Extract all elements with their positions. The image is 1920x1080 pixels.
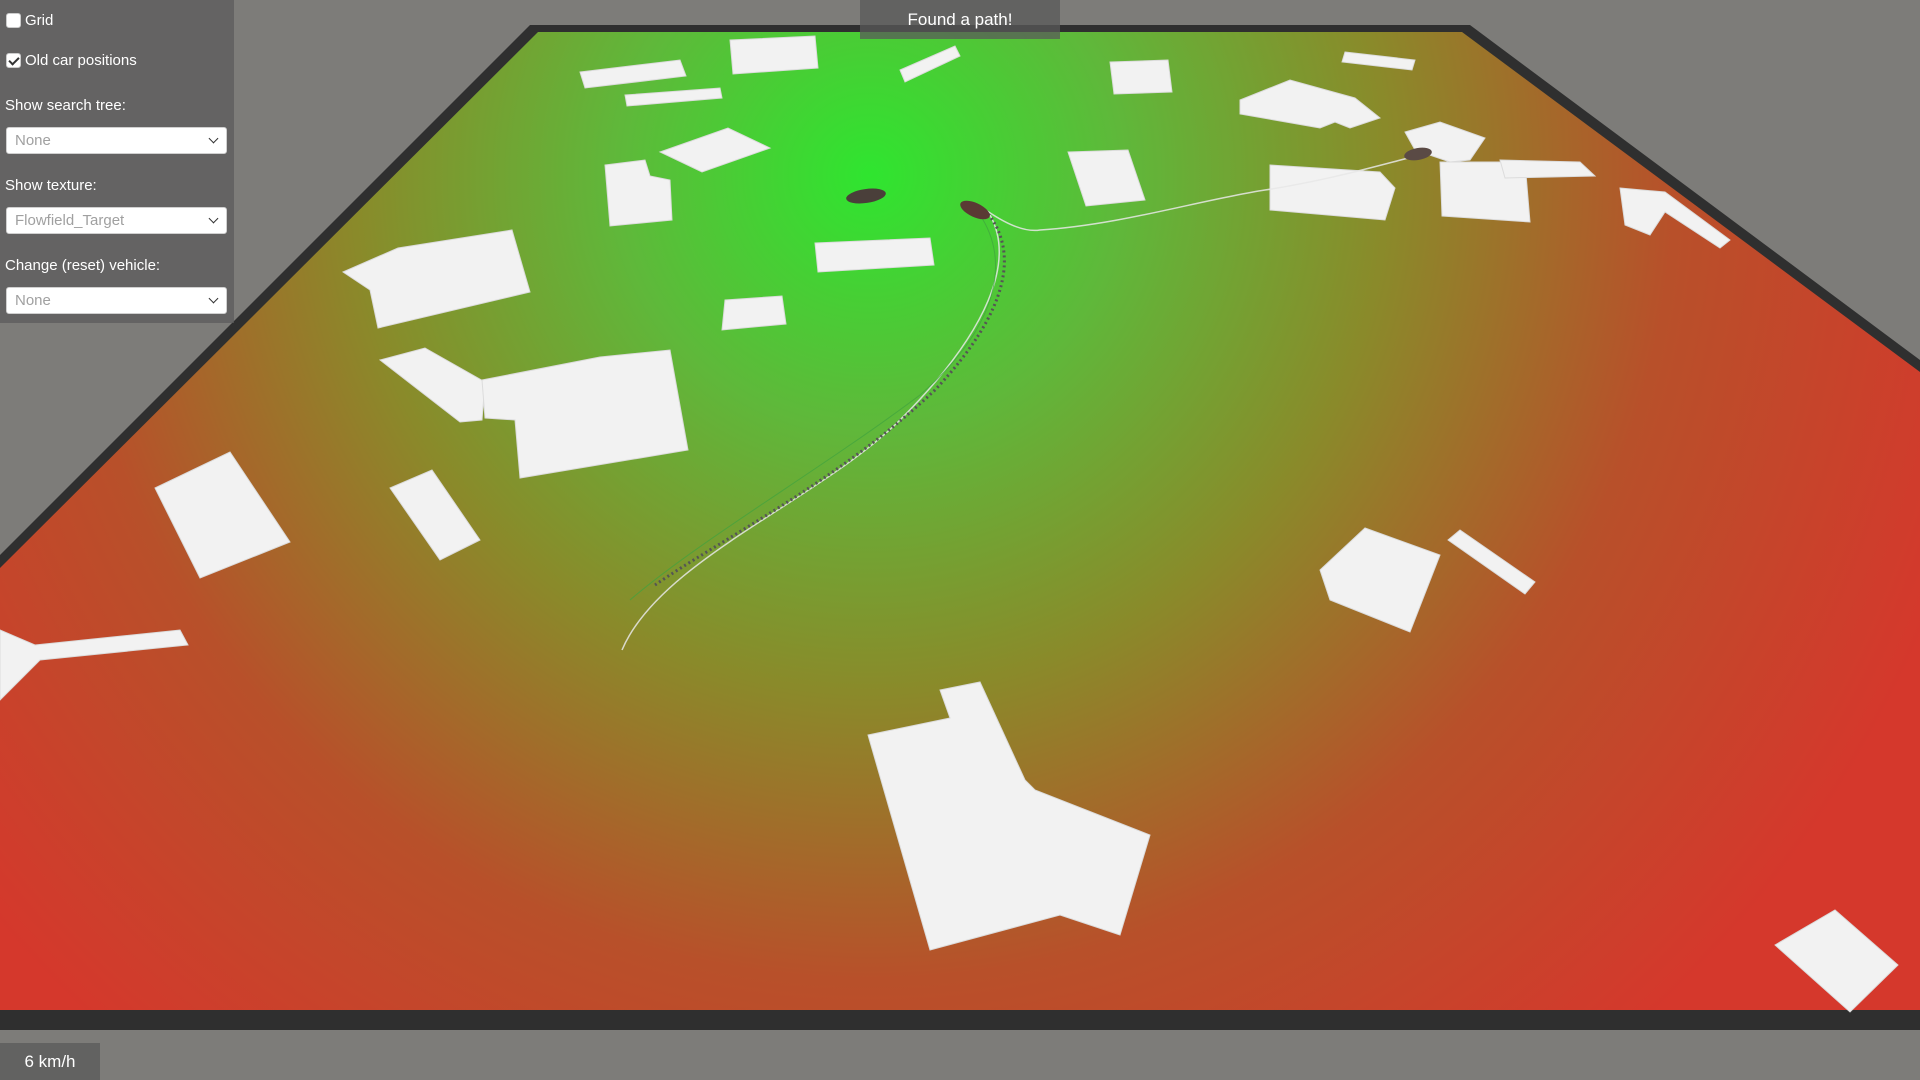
simulation-viewport[interactable] [0,0,1920,1080]
vehicle-select[interactable]: None [6,287,227,314]
speed-readout: 6 km/h [0,1043,100,1080]
chevron-down-icon [208,293,219,304]
chevron-down-icon [208,213,219,224]
search-tree-label: Show search tree: [5,97,126,114]
old-car-positions-checkbox[interactable] [6,52,21,68]
old-car-positions-label: Old car positions [25,51,137,69]
chevron-down-icon [208,133,219,144]
texture-label: Show texture: [5,177,97,194]
old-car-positions-toggle[interactable]: Old car positions [6,49,137,71]
grid-toggle[interactable]: Grid [6,9,53,31]
vehicle-label: Change (reset) vehicle: [5,257,161,274]
control-panel: Grid Old car positions Show search tree:… [0,0,234,323]
grid-checkbox[interactable] [6,12,21,28]
status-message: Found a path! [860,0,1060,39]
texture-select[interactable]: Flowfield_Target [6,207,227,234]
search-tree-value: None [15,132,51,149]
search-tree-select[interactable]: None [6,127,227,154]
grid-label: Grid [25,11,54,29]
texture-value: Flowfield_Target [15,212,125,229]
vehicle-value: None [15,292,51,309]
